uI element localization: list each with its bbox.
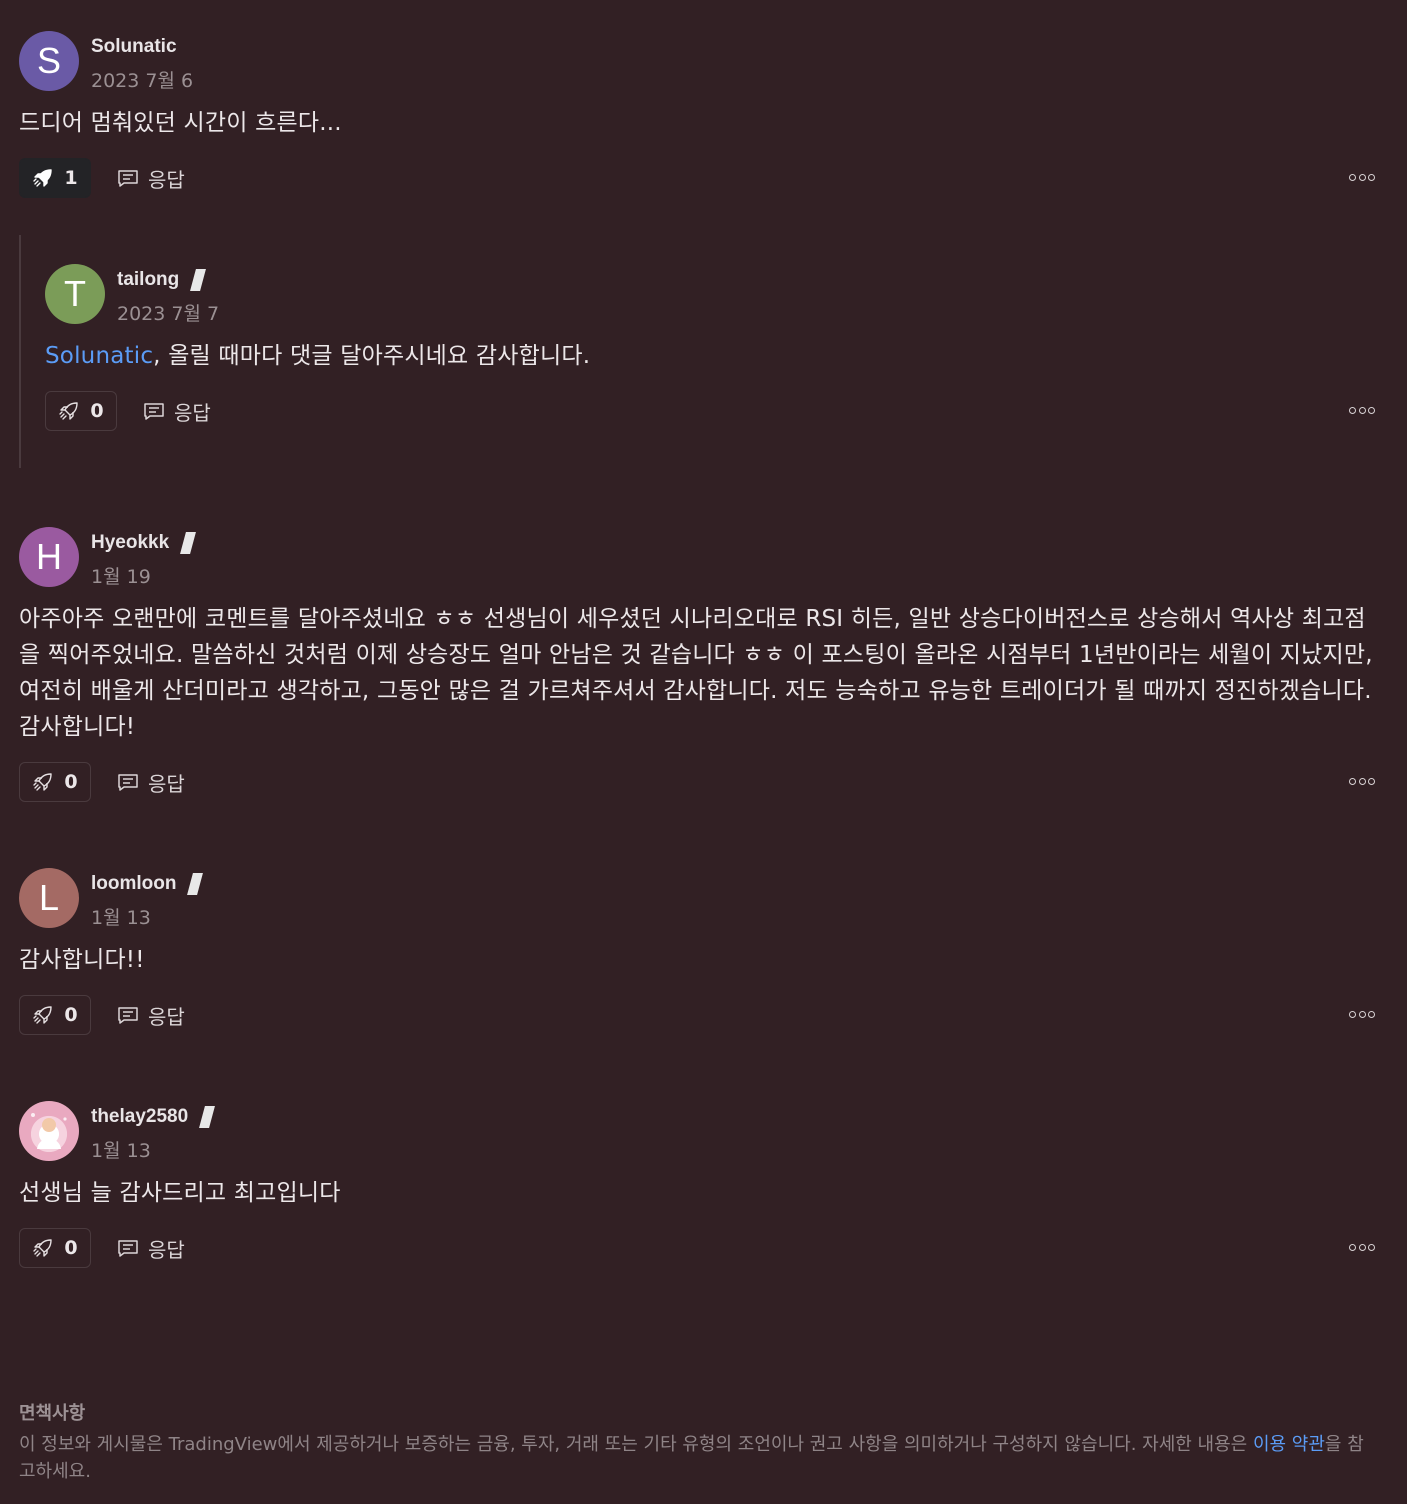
rocket-icon — [59, 402, 79, 420]
more-dots-icon[interactable] — [1349, 165, 1375, 189]
author-badge-icon — [199, 1106, 216, 1128]
reply-label: 응답 — [148, 1004, 185, 1029]
author-badge-icon — [190, 269, 207, 291]
comment-text: 감사합니다!! — [19, 947, 145, 973]
more-dots-icon[interactable] — [1349, 1235, 1375, 1259]
rocket-icon — [33, 773, 53, 791]
comment-meta: tailong 2023 7월 7 — [117, 264, 219, 325]
comment-meta: thelay2580 1월 13 — [91, 1101, 216, 1162]
comment: thelay2580 1월 13 선생님 늘 감사드리고 최고입니다 0 응답 — [19, 1101, 1375, 1269]
comment-text-body: , 올릴 때마다 댓글 달아주시네요 감사합니다. — [153, 343, 591, 369]
comment-icon — [118, 1007, 138, 1024]
reply-button[interactable]: 응답 — [117, 1234, 185, 1263]
reply-label: 응답 — [148, 1237, 185, 1262]
reply-button[interactable]: 응답 — [143, 397, 211, 426]
comment-date[interactable]: 1월 13 — [91, 903, 200, 929]
comment-header: T tailong 2023 7월 7 — [45, 264, 1375, 325]
avatar-photo-icon — [31, 1113, 67, 1149]
terms-link[interactable]: 이용 약관 — [1253, 1434, 1325, 1455]
reply-label: 응답 — [148, 771, 185, 796]
comment-header: L loomloon 1월 13 — [19, 868, 1375, 929]
comment-date[interactable]: 1월 19 — [91, 562, 193, 588]
reply-button[interactable]: 응답 — [117, 768, 185, 797]
reply-label: 응답 — [148, 167, 185, 192]
comment-date[interactable]: 2023 7월 6 — [91, 66, 193, 92]
comment-header: S Solunatic 2023 7월 6 — [19, 31, 1375, 92]
comment-icon — [118, 1240, 138, 1257]
avatar[interactable]: L — [19, 868, 79, 928]
reply-button[interactable]: 응답 — [117, 1001, 185, 1030]
comment-header: H Hyeokkk 1월 19 — [19, 527, 1375, 588]
comment-icon — [118, 170, 138, 187]
mention-link[interactable]: Solunatic — [45, 343, 153, 369]
comment-meta: loomloon 1월 13 — [91, 868, 204, 929]
comment-actions: 0 응답 — [19, 1227, 1375, 1269]
comment-text: 드디어 멈춰있던 시간이 흐른다... — [19, 110, 342, 136]
boost-button[interactable]: 0 — [19, 995, 91, 1035]
rocket-icon — [33, 1006, 53, 1024]
disclaimer-title: 면책사항 — [19, 1403, 86, 1424]
comment-meta: Solunatic 2023 7월 6 — [91, 31, 193, 92]
rocket-icon — [33, 169, 53, 187]
reply-button[interactable]: 응답 — [117, 164, 185, 193]
comment-actions: 1 응답 — [19, 157, 1375, 199]
boost-count: 0 — [64, 1004, 78, 1026]
reply-label: 응답 — [174, 400, 211, 425]
comment-meta: Hyeokkk 1월 19 — [91, 527, 197, 588]
avatar-letter: L — [38, 877, 60, 918]
disclaimer-body: 이 정보와 게시물은 TradingView에서 제공하거나 보증하는 금융, … — [19, 1434, 1253, 1455]
comment-date[interactable]: 2023 7월 7 — [117, 299, 219, 325]
avatar-letter: H — [36, 536, 62, 577]
author-badge-icon — [180, 532, 197, 554]
username[interactable]: tailong — [117, 269, 179, 291]
disclaimer: 면책사항 이 정보와 게시물은 TradingView에서 제공하거나 보증하는… — [19, 1400, 1367, 1485]
comment: S Solunatic 2023 7월 6 드디어 멈춰있던 시간이 흐른다..… — [19, 31, 1375, 199]
boost-count: 1 — [64, 167, 78, 189]
avatar[interactable]: S — [19, 31, 79, 91]
username[interactable]: Solunatic — [91, 36, 177, 58]
boost-button[interactable]: 0 — [45, 391, 117, 431]
comment-actions: 0 응답 — [19, 761, 1375, 803]
author-badge-icon — [187, 873, 204, 895]
avatar[interactable]: T — [45, 264, 105, 324]
comment: H Hyeokkk 1월 19 아주아주 오랜만에 코멘트를 달아주셨네요 ㅎㅎ… — [19, 527, 1375, 803]
comment-text: 선생님 늘 감사드리고 최고입니다 — [19, 1180, 341, 1206]
boost-button[interactable]: 1 — [19, 158, 91, 198]
reply-thread-line — [19, 235, 21, 468]
avatar[interactable] — [19, 1101, 79, 1161]
username[interactable]: thelay2580 — [91, 1106, 188, 1128]
comment-actions: 0 응답 — [19, 994, 1375, 1036]
avatar[interactable]: H — [19, 527, 79, 587]
boost-button[interactable]: 0 — [19, 1228, 91, 1268]
avatar-letter: S — [36, 40, 61, 81]
boost-count: 0 — [64, 1237, 78, 1259]
comment-header: thelay2580 1월 13 — [19, 1101, 1375, 1162]
disclaimer-text: 이 정보와 게시물은 TradingView에서 제공하거나 보증하는 금융, … — [19, 1431, 1367, 1485]
comment: L loomloon 1월 13 감사합니다!! 0 응답 — [19, 868, 1375, 1036]
username[interactable]: loomloon — [91, 873, 176, 895]
comment-date[interactable]: 1월 13 — [91, 1136, 212, 1162]
boost-count: 0 — [90, 400, 104, 422]
rocket-icon — [33, 1239, 53, 1257]
comment-icon — [144, 403, 164, 420]
comment-actions: 0 응답 — [45, 390, 1375, 432]
comment-text: Solunatic, 올릴 때마다 댓글 달아주시네요 감사합니다. — [45, 338, 1375, 374]
boost-count: 0 — [64, 771, 78, 793]
boost-button[interactable]: 0 — [19, 762, 91, 802]
username[interactable]: Hyeokkk — [91, 532, 169, 554]
comment-text: 아주아주 오랜만에 코멘트를 달아주셨네요 ㅎㅎ 선생님이 세우셨던 시나리오대… — [19, 606, 1373, 740]
reply-comment: T tailong 2023 7월 7 Solunatic, 올릴 때마다 댓글… — [45, 264, 1375, 432]
comment-icon — [118, 774, 138, 791]
more-dots-icon[interactable] — [1349, 769, 1375, 793]
more-dots-icon[interactable] — [1349, 1002, 1375, 1026]
more-dots-icon[interactable] — [1349, 398, 1375, 422]
avatar-letter: T — [64, 273, 86, 314]
